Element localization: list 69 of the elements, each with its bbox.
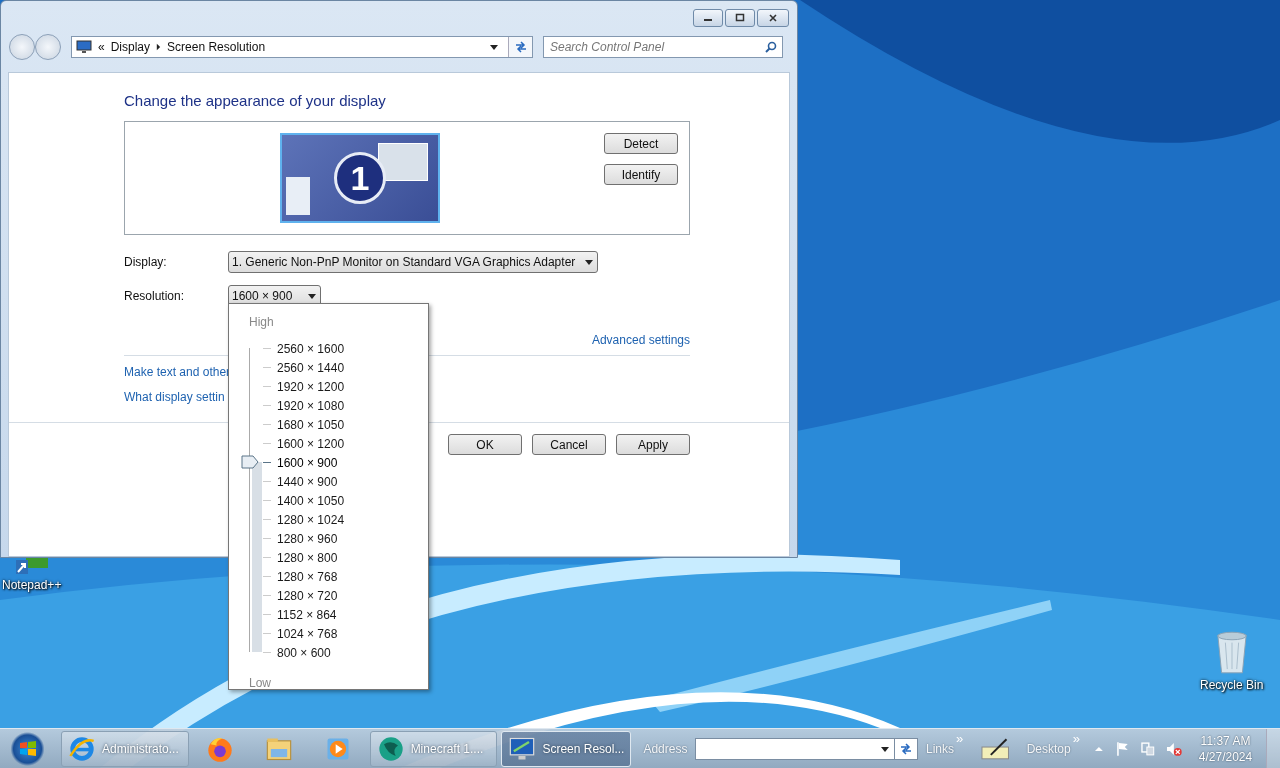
dropdown-arrow-icon[interactable] (881, 746, 890, 752)
muted-speaker-icon[interactable] (1166, 740, 1182, 757)
slider-thumb[interactable] (241, 455, 259, 469)
dropdown-arrow-icon (585, 259, 594, 265)
desktop-icon-label[interactable]: Notepad++ (2, 578, 62, 592)
pen-tablet-icon[interactable] (981, 736, 1011, 761)
display-dropdown[interactable]: 1. Generic Non-PnP Monitor on Standard VGA Graphics Adapter (228, 251, 599, 273)
resolution-option[interactable]: 1680 × 1050 (263, 415, 345, 434)
resolution-option[interactable]: 2560 × 1440 (263, 358, 345, 377)
window-thumbnail-drawing (286, 177, 310, 215)
windows-logo-icon (17, 738, 38, 759)
resolution-option[interactable]: 1400 × 1050 (263, 491, 345, 510)
resolution-option[interactable]: 1600 × 900 (263, 453, 345, 472)
resolution-option[interactable]: 1920 × 1080 (263, 396, 345, 415)
resolution-option[interactable]: 1280 × 800 (263, 548, 345, 567)
forward-button[interactable] (35, 34, 61, 60)
address-bar[interactable]: « Display Screen Resolution (71, 36, 533, 58)
resolution-option[interactable]: 1152 × 864 (263, 605, 345, 624)
breadcrumb-overflow[interactable]: « (98, 40, 105, 54)
refresh-icon (513, 41, 528, 53)
close-button[interactable] (757, 9, 789, 27)
maximize-icon (735, 13, 745, 23)
minimize-button[interactable] (693, 9, 723, 27)
go-button[interactable] (894, 737, 918, 760)
resolution-option[interactable]: 1280 × 720 (263, 586, 345, 605)
monitor-number: 1 (334, 152, 386, 204)
resolution-option[interactable]: 1440 × 900 (263, 472, 345, 491)
resolution-option[interactable]: 1280 × 960 (263, 529, 345, 548)
dialog-button[interactable]: Apply (616, 434, 690, 455)
field-label: Resolution: (124, 289, 186, 303)
dropdown-arrow-icon (308, 293, 317, 299)
help-link[interactable]: Make text and other (124, 365, 231, 379)
resolution-option[interactable]: 1024 × 768 (263, 624, 345, 643)
help-link[interactable]: What display settin (124, 390, 225, 404)
separator-arrow-icon[interactable] (156, 43, 162, 51)
taskbar-button[interactable]: Screen Resol... (501, 730, 632, 767)
e-letter-icon (68, 734, 97, 763)
advanced-settings-link[interactable]: Advanced settings (591, 333, 690, 347)
refresh-icon (899, 742, 914, 755)
field-label: Display: (124, 255, 168, 269)
resolution-option[interactable]: 1280 × 768 (263, 567, 345, 586)
breadcrumb-item[interactable]: Display (110, 40, 151, 54)
slider-high-label: High (249, 315, 275, 329)
search-field[interactable]: Search Control Panel (543, 36, 783, 58)
window-thumbnail-drawing (378, 143, 428, 181)
network-icon[interactable] (1140, 740, 1157, 757)
dialog-button[interactable]: Cancel (532, 434, 606, 455)
monitor-icon (76, 40, 92, 54)
breadcrumb-item[interactable]: Screen Resolution (167, 40, 266, 54)
dropdown-arrow-icon[interactable] (490, 44, 498, 50)
address-toolbar-label: Address (643, 741, 688, 756)
dialog-button[interactable]: OK (448, 434, 522, 455)
resolution-option[interactable]: 800 × 600 (263, 643, 345, 662)
globe-icon (376, 734, 405, 763)
resolution-option[interactable]: 1280 × 1024 (263, 510, 345, 529)
maximize-button[interactable] (725, 9, 755, 27)
slider-low-label: Low (249, 676, 272, 690)
refresh-button[interactable] (508, 37, 532, 57)
page-heading: Change the appearance of your display (124, 92, 387, 109)
resolution-option[interactable]: 1920 × 1200 (263, 377, 345, 396)
preview-button[interactable]: Detect (604, 133, 678, 154)
show-hidden-icons-icon[interactable] (1093, 745, 1104, 752)
resolution-option[interactable]: 1600 × 1200 (263, 434, 345, 453)
resolution-option[interactable]: 2560 × 1600 (263, 339, 345, 358)
back-button[interactable] (9, 34, 35, 60)
monitor-tile[interactable]: 1 (280, 133, 440, 223)
search-icon (765, 41, 777, 53)
close-icon (768, 13, 778, 23)
preview-button[interactable]: Identify (604, 164, 678, 185)
